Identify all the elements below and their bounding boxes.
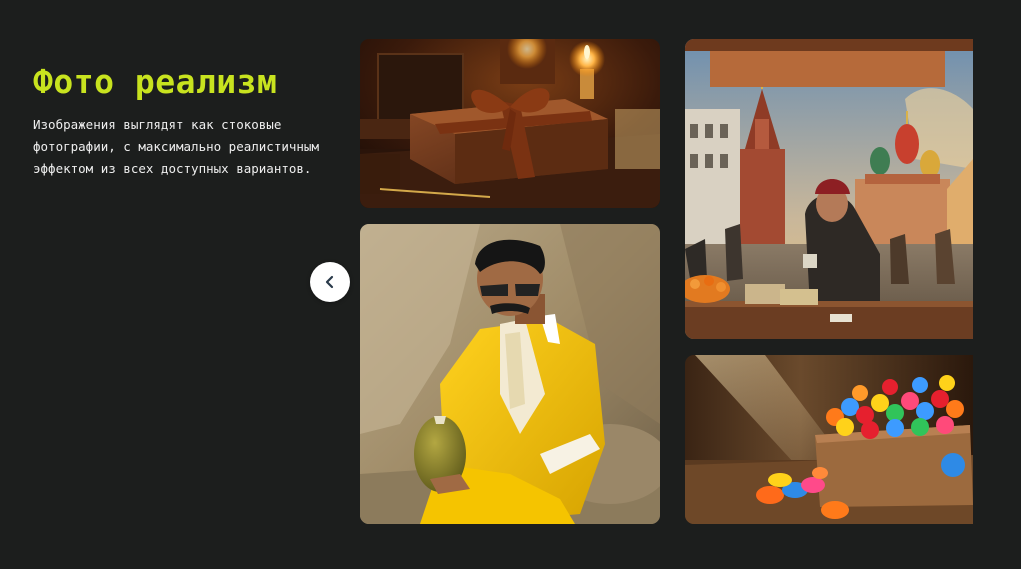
section-description: Изображения выглядят как стоковые фотогр…: [33, 117, 319, 176]
gallery-image-red-square-market[interactable]: [685, 39, 973, 339]
gallery-image-man-yellow-suit[interactable]: [360, 224, 660, 524]
section-title: Фото реализм: [33, 62, 278, 101]
carousel-prev-button[interactable]: [310, 262, 350, 302]
gallery-image-gummy-candies[interactable]: [685, 355, 973, 524]
chevron-left-icon: [323, 275, 337, 289]
gallery-image-gift-box[interactable]: [360, 39, 660, 208]
